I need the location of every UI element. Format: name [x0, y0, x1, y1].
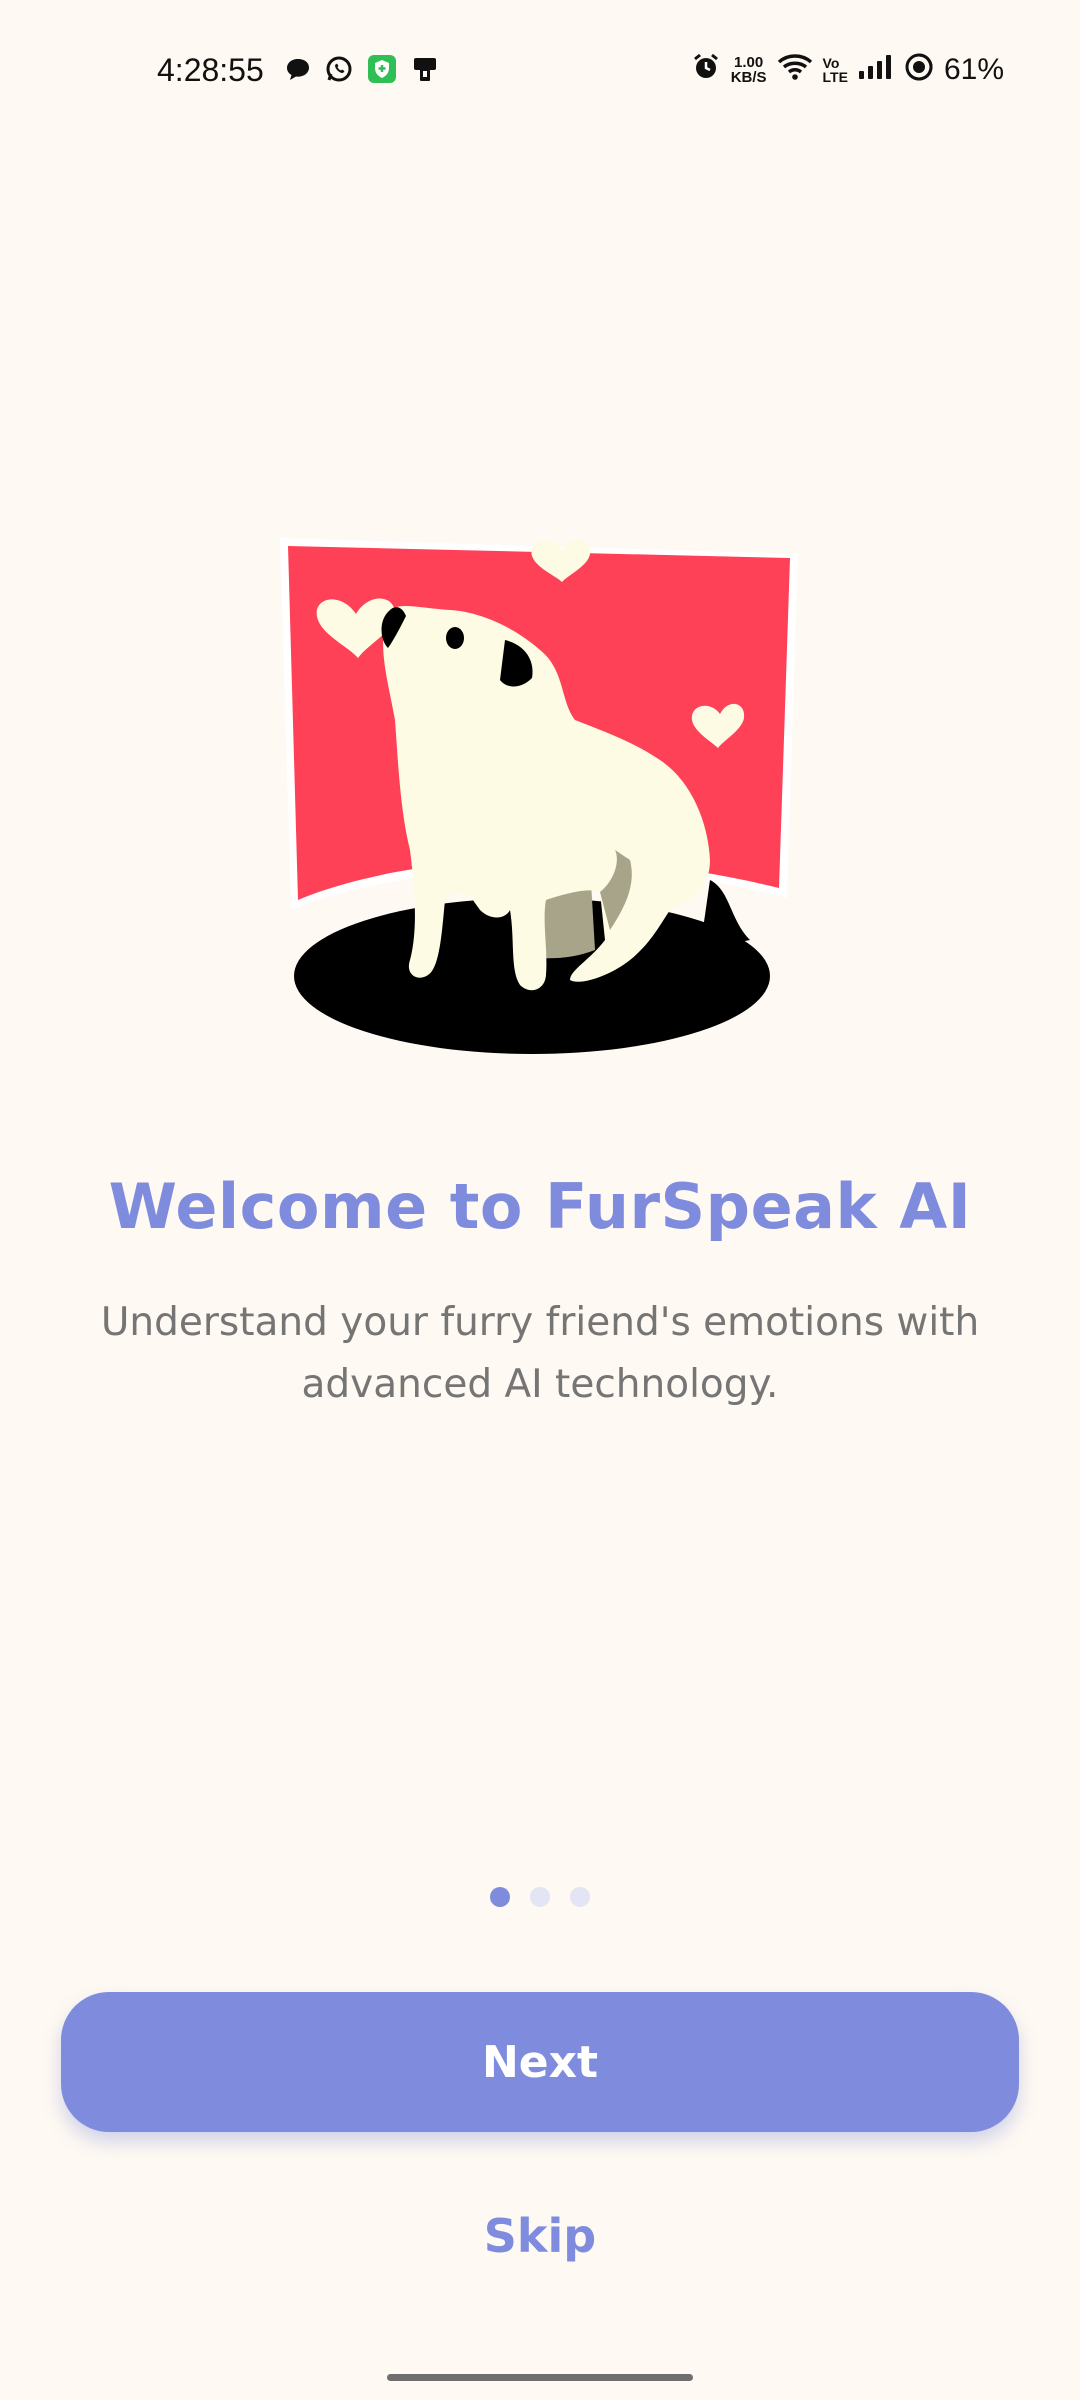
page-dot-1[interactable]: [490, 1887, 510, 1907]
system-status: 1.00 KB/S Vo LTE 61%: [691, 52, 1004, 87]
skip-button[interactable]: Skip: [390, 2196, 690, 2276]
page-dot-2[interactable]: [530, 1887, 550, 1907]
net-speed-unit: KB/S: [730, 68, 767, 86]
device-icon: [411, 55, 439, 88]
network-speed: 1.00 KB/S: [731, 55, 767, 85]
onboarding-screen: 4:28:55 1.00 KB/S Vo LTE 61% Welcome to …: [0, 0, 1080, 2400]
battery-percent: 61%: [943, 52, 1004, 86]
volte-top: Vo: [822, 54, 840, 71]
home-indicator[interactable]: [387, 2374, 693, 2381]
whatsapp-icon: [325, 55, 353, 88]
wifi-icon: [777, 53, 813, 86]
volte-indicator: Vo LTE: [823, 56, 848, 84]
dog-eye: [446, 627, 464, 649]
next-button[interactable]: Next: [61, 1992, 1019, 2132]
page-dot-3[interactable]: [570, 1887, 590, 1907]
volte-bottom: LTE: [822, 68, 848, 85]
status-bar: 4:28:55 1.00 KB/S Vo LTE 61%: [0, 40, 1080, 100]
onboarding-title: Welcome to FurSpeak AI: [108, 1170, 972, 1243]
net-speed-value: 1.00: [734, 53, 764, 71]
alarm-icon: [691, 52, 721, 87]
shield-app-icon: [367, 54, 397, 89]
dog-illustration: [270, 520, 810, 1060]
battery-icon: [904, 52, 934, 87]
status-time: 4:28:55: [157, 52, 264, 88]
page-indicator: [0, 1887, 1080, 1907]
signal-icon: [858, 54, 894, 85]
onboarding-subtitle: Understand your furry friend's emotions …: [100, 1300, 980, 1407]
notification-icons: [285, 54, 439, 89]
chat-bubble-icon: [285, 56, 311, 87]
